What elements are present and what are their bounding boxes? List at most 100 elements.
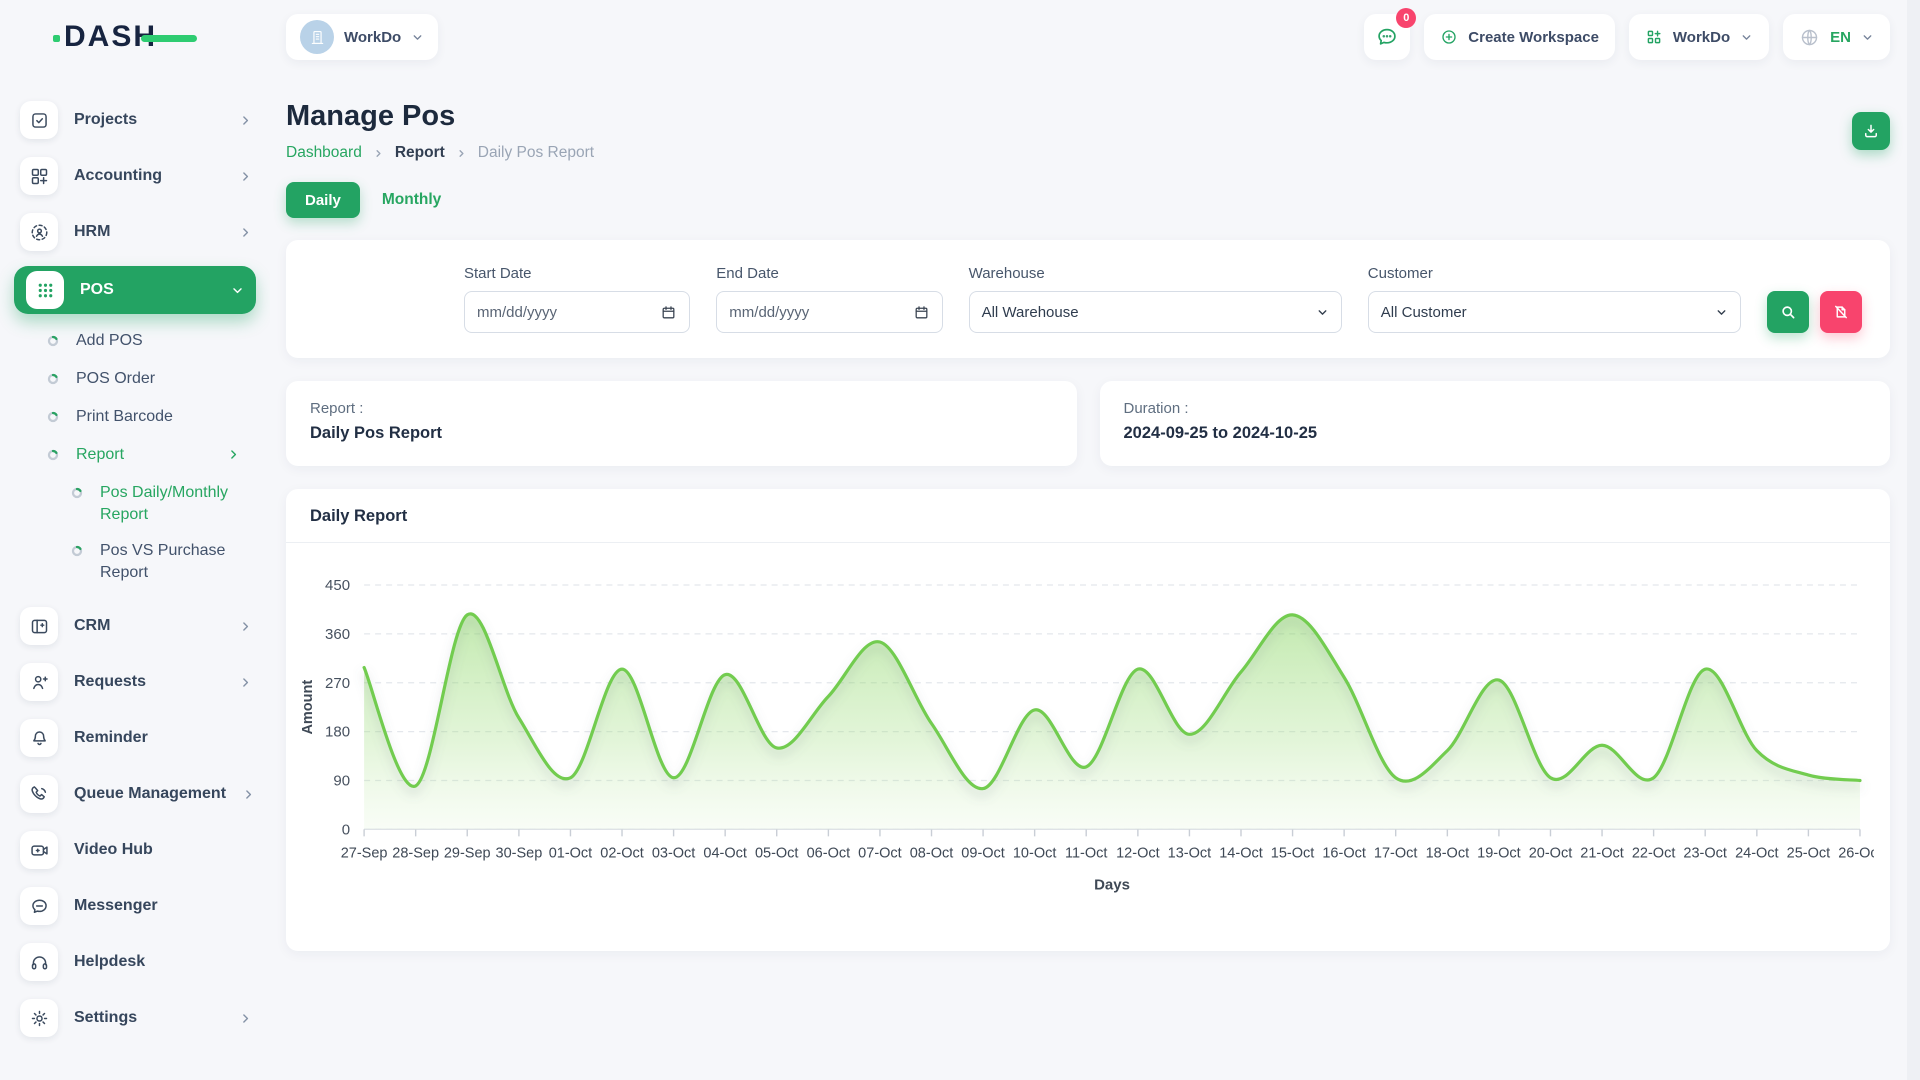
- customer-select[interactable]: All Customer: [1368, 291, 1741, 333]
- workspace-menu-button[interactable]: WorkDo: [1629, 14, 1769, 60]
- chevron-right-icon: [239, 170, 252, 183]
- plus-circle-icon: [1440, 28, 1458, 46]
- warehouse-select[interactable]: All Warehouse: [969, 291, 1342, 333]
- sidebar-subitem-pos-vs-purchase-report[interactable]: Pos VS Purchase Report: [70, 540, 252, 583]
- svg-text:13-Oct: 13-Oct: [1168, 845, 1212, 861]
- grid-plus-icon: [20, 157, 58, 195]
- svg-text:16-Oct: 16-Oct: [1322, 845, 1366, 861]
- sidebar-item-queue-management[interactable]: Queue Management: [20, 772, 252, 816]
- svg-text:18-Oct: 18-Oct: [1426, 845, 1470, 861]
- chevron-right-icon: [239, 676, 252, 689]
- kanban-icon: [20, 607, 58, 645]
- svg-text:Amount: Amount: [300, 680, 316, 735]
- sidebar-subitem-report[interactable]: Report: [46, 444, 252, 467]
- sidebar-item-video-hub[interactable]: Video Hub: [20, 828, 252, 872]
- svg-text:12-Oct: 12-Oct: [1116, 845, 1160, 861]
- breadcrumb-current: Daily Pos Report: [478, 144, 594, 162]
- filter-actions: [1767, 291, 1862, 333]
- workspace-switcher[interactable]: WorkDo: [286, 14, 438, 60]
- chevron-down-icon: [1861, 31, 1874, 44]
- search-button[interactable]: [1767, 291, 1809, 333]
- svg-text:30-Sep: 30-Sep: [496, 845, 543, 861]
- reset-filter-button[interactable]: [1820, 291, 1862, 333]
- person-dashed-circle-icon: [20, 213, 58, 251]
- end-date-label: End Date: [716, 265, 942, 282]
- start-date-input[interactable]: [477, 304, 652, 321]
- bullet-ring-icon: [46, 368, 60, 391]
- chat-bubble-icon: [20, 887, 58, 925]
- chevron-right-icon: [456, 148, 467, 159]
- chevron-right-icon: [227, 448, 240, 461]
- sidebar-subitem-pos-order[interactable]: POS Order: [46, 368, 252, 391]
- svg-text:180: 180: [325, 724, 350, 741]
- dots-grid-icon: [26, 271, 64, 309]
- svg-text:05-Oct: 05-Oct: [755, 845, 799, 861]
- svg-text:22-Oct: 22-Oct: [1632, 845, 1676, 861]
- svg-text:29-Sep: 29-Sep: [444, 845, 491, 861]
- duration-value: 2024-09-25 to 2024-10-25: [1124, 424, 1867, 443]
- logo-dash-accent: [141, 35, 197, 42]
- sidebar-item-reminder[interactable]: Reminder: [20, 716, 252, 760]
- svg-text:04-Oct: 04-Oct: [703, 845, 747, 861]
- sidebar-item-accounting[interactable]: Accounting: [20, 154, 252, 198]
- tab-daily[interactable]: Daily: [286, 182, 360, 218]
- svg-text:14-Oct: 14-Oct: [1219, 845, 1263, 861]
- download-button[interactable]: [1852, 112, 1890, 150]
- chevron-down-icon: [411, 31, 424, 44]
- bullet-ring-icon: [46, 330, 60, 353]
- sidebar-item-requests[interactable]: Requests: [20, 660, 252, 704]
- grid-plus-icon: [1645, 28, 1663, 46]
- sidebar-item-hrm[interactable]: HRM: [20, 210, 252, 254]
- sidebar-item-messenger[interactable]: Messenger: [20, 884, 252, 928]
- sidebar-subitem-add-pos[interactable]: Add POS: [46, 330, 252, 353]
- sidebar-item-settings[interactable]: Settings: [20, 996, 252, 1040]
- breadcrumb-link-dashboard[interactable]: Dashboard: [286, 144, 362, 162]
- search-icon: [1779, 303, 1797, 321]
- breadcrumb-link-report[interactable]: Report: [395, 144, 445, 162]
- report-label: Report :: [310, 400, 1053, 417]
- bullet-ring-icon: [46, 406, 60, 429]
- tab-monthly[interactable]: Monthly: [382, 191, 441, 209]
- chevron-right-icon: [239, 114, 252, 127]
- topbar: DASH WorkDo 0: [0, 0, 1920, 74]
- report-mode-tabs: Daily Monthly: [286, 182, 1890, 218]
- chart-card: Daily Report 09018027036045027-Sep28-Sep…: [286, 489, 1890, 951]
- svg-text:17-Oct: 17-Oct: [1374, 845, 1418, 861]
- chevron-right-icon: [239, 1012, 252, 1025]
- svg-text:0: 0: [342, 821, 350, 838]
- sidebar-submenu: Pos Daily/Monthly Report Pos VS Purchase …: [46, 482, 252, 583]
- svg-text:20-Oct: 20-Oct: [1529, 845, 1573, 861]
- headphones-icon: [20, 943, 58, 981]
- create-workspace-button[interactable]: Create Workspace: [1424, 14, 1615, 60]
- language-selector[interactable]: EN: [1783, 14, 1890, 60]
- gear-icon: [20, 999, 58, 1037]
- customer-field: Customer All Customer: [1368, 265, 1741, 333]
- calendar-icon[interactable]: [913, 304, 930, 321]
- chevron-down-icon: [1740, 31, 1753, 44]
- chevron-right-icon: [239, 226, 252, 239]
- svg-text:24-Oct: 24-Oct: [1735, 845, 1779, 861]
- calendar-icon[interactable]: [660, 304, 677, 321]
- workspace-menu-label: WorkDo: [1673, 29, 1730, 46]
- scrollbar-track[interactable]: [1907, 0, 1920, 1080]
- sidebar-item-pos[interactable]: POS: [14, 266, 256, 314]
- globe-icon: [1799, 27, 1820, 48]
- svg-text:15-Oct: 15-Oct: [1271, 845, 1315, 861]
- sidebar-item-crm[interactable]: CRM: [20, 604, 252, 648]
- end-date-input[interactable]: [729, 304, 904, 321]
- app-logo[interactable]: DASH: [64, 20, 157, 54]
- svg-text:11-Oct: 11-Oct: [1065, 845, 1107, 861]
- chevron-down-icon: [231, 284, 244, 297]
- svg-text:Days: Days: [1094, 876, 1130, 893]
- sidebar-subitem-print-barcode[interactable]: Print Barcode: [46, 406, 252, 429]
- chart-title: Daily Report: [286, 489, 1890, 543]
- phone-call-icon: [20, 775, 58, 813]
- notifications-button[interactable]: 0: [1364, 14, 1410, 60]
- customer-label: Customer: [1368, 265, 1741, 282]
- sidebar-item-projects[interactable]: Projects: [20, 98, 252, 142]
- summary-card-report: Report : Daily Pos Report: [286, 381, 1077, 466]
- sidebar-item-helpdesk[interactable]: Helpdesk: [20, 940, 252, 984]
- svg-text:10-Oct: 10-Oct: [1013, 845, 1057, 861]
- chart-area: 09018027036045027-Sep28-Sep29-Sep30-Sep0…: [286, 543, 1890, 951]
- sidebar-subitem-pos-daily-monthly-report[interactable]: Pos Daily/Monthly Report: [70, 482, 252, 525]
